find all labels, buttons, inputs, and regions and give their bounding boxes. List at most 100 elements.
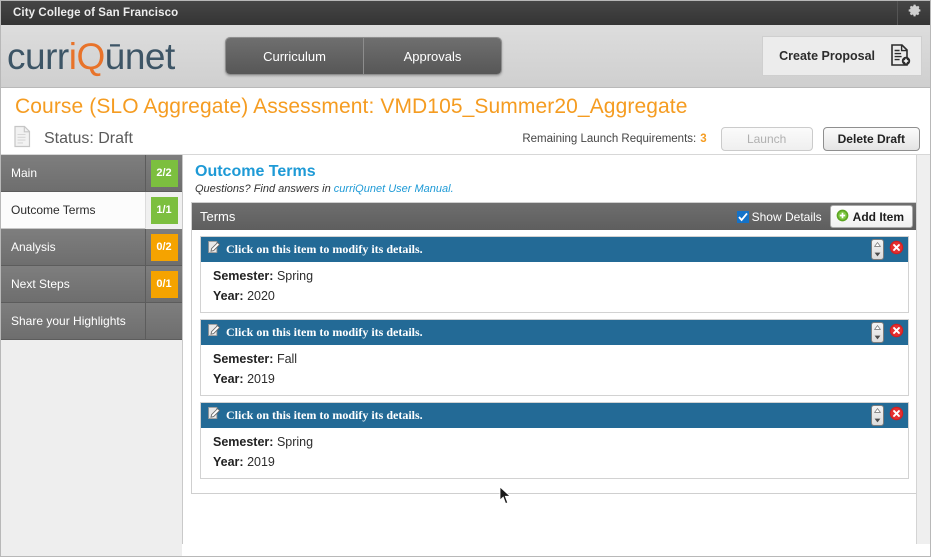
show-details-checkbox[interactable]: Show Details [736, 210, 822, 224]
field-year: Year: 2019 [213, 455, 908, 469]
page-title-row: Course (SLO Aggregate) Assessment: VMD10… [1, 88, 930, 121]
item-header-label: Click on this item to modify its details… [226, 242, 423, 256]
field-semester: Semester: Spring [213, 269, 908, 283]
institution-name: City College of San Francisco [13, 7, 179, 19]
logo-part-3: Q [76, 35, 105, 77]
field-value: Spring [276, 435, 314, 449]
item-header[interactable]: Click on this item to modify its details… [201, 320, 908, 345]
tab-curriculum[interactable]: Curriculum [226, 38, 363, 74]
body-wrapper: Main 2/2 Outcome Terms 1/1 Analysis 0/2 … [1, 154, 930, 556]
spinner-updown-icon[interactable] [871, 322, 884, 343]
terms-panel-actions: Show Details Add Item [736, 205, 913, 228]
item-header-label: Click on this item to modify its details… [226, 408, 423, 422]
spinner-updown-icon[interactable] [871, 405, 884, 426]
launch-requirements: Remaining Launch Requirements: 3 [522, 133, 706, 145]
create-proposal-label: Create Proposal [779, 49, 875, 63]
item-details: Semester: Fall Year: 2019 [201, 345, 908, 395]
plus-circle-icon [836, 209, 849, 225]
item-header[interactable]: Click on this item to modify its details… [201, 403, 908, 428]
user-manual-link[interactable]: curriQunet User Manual. [334, 183, 454, 195]
settings-button[interactable] [898, 1, 930, 25]
status-badge: 2/2 [150, 159, 178, 187]
item-details: Semester: Spring Year: 2019 [201, 428, 908, 478]
field-value: Fall [276, 352, 298, 366]
sidebar-item-analysis[interactable]: Analysis 0/2 [1, 228, 182, 266]
navigation-bar: curriQūnet Curriculum Approvals Create P… [1, 25, 930, 88]
document-icon [13, 125, 32, 153]
page-title: Course (SLO Aggregate) Assessment: VMD10… [15, 95, 688, 118]
section-title: Outcome Terms [195, 163, 316, 180]
sidebar-badge-cell: 0/2 [145, 228, 182, 266]
sidebar-item-outcome-terms[interactable]: Outcome Terms 1/1 [1, 191, 182, 229]
status-bar: Status: Draft Remaining Launch Requireme… [1, 121, 930, 155]
sidebar-badge-cell: 1/1 [145, 191, 182, 229]
terms-list: Click on this item to modify its details… [192, 230, 917, 493]
field-value: 2020 [247, 289, 275, 303]
field-year: Year: 2020 [213, 289, 908, 303]
page-gutter [916, 155, 930, 544]
list-item: Click on this item to modify its details… [200, 236, 909, 313]
item-controls [871, 405, 904, 426]
field-label: Semester: [213, 352, 274, 366]
help-text: Questions? Find answers in [195, 183, 334, 195]
delete-x-icon[interactable] [889, 323, 904, 343]
terms-panel-title: Terms [200, 209, 236, 224]
spinner-updown-icon[interactable] [871, 239, 884, 260]
sidebar-item-main[interactable]: Main 2/2 [1, 154, 182, 192]
sidebar-badge-cell [145, 302, 182, 340]
gear-icon [907, 3, 922, 23]
status-left: Status: Draft [13, 125, 133, 153]
main-content: Outcome Terms Questions? Find answers in… [183, 155, 930, 544]
field-label: Semester: [213, 435, 274, 449]
add-item-button[interactable]: Add Item [829, 205, 913, 228]
edit-pencil-icon [207, 323, 221, 342]
terms-panel: Terms Show Details Add Item Click on thi… [191, 202, 918, 494]
sidebar-filler [1, 340, 182, 556]
item-header-label: Click on this item to modify its details… [226, 325, 423, 339]
launch-button[interactable]: Launch [720, 126, 813, 151]
field-semester: Semester: Spring [213, 435, 908, 449]
field-label: Semester: [213, 269, 274, 283]
field-year: Year: 2019 [213, 372, 908, 386]
section-subtitle: Questions? Find answers in curriQunet Us… [195, 183, 918, 195]
terms-panel-header: Terms Show Details Add Item [192, 203, 917, 230]
field-label: Year: [213, 372, 244, 386]
status-badge: 1/1 [150, 196, 178, 224]
add-item-label: Add Item [852, 209, 904, 224]
field-label: Year: [213, 455, 244, 469]
item-header[interactable]: Click on this item to modify its details… [201, 237, 908, 262]
sidebar-item-label: Share your Highlights [11, 314, 126, 328]
delete-draft-button[interactable]: Delete Draft [822, 126, 920, 151]
field-value: 2019 [247, 455, 275, 469]
delete-x-icon[interactable] [889, 240, 904, 260]
content-header: Outcome Terms Questions? Find answers in… [191, 163, 918, 195]
status-badge [151, 308, 178, 335]
field-label: Year: [213, 289, 244, 303]
list-item: Click on this item to modify its details… [200, 319, 909, 396]
launch-requirements-count: 3 [700, 132, 707, 145]
sidebar-badge-cell: 0/1 [145, 265, 182, 303]
launch-requirements-label: Remaining Launch Requirements: [522, 132, 697, 145]
sidebar-item-label: Analysis [11, 240, 56, 254]
sidebar-item-share-your-highlights[interactable]: Share your Highlights [1, 302, 182, 340]
sidebar-item-label: Next Steps [11, 277, 70, 291]
app-logo: curriQūnet [7, 38, 175, 75]
logo-part-4: ū [104, 35, 126, 77]
application-window: City College of San Francisco curriQūnet… [0, 0, 931, 557]
list-item: Click on this item to modify its details… [200, 402, 909, 479]
checkbox-checked-icon [736, 210, 749, 223]
sidebar: Main 2/2 Outcome Terms 1/1 Analysis 0/2 … [1, 154, 183, 556]
status-right: Remaining Launch Requirements: 3 Launch D… [522, 126, 920, 151]
edit-pencil-icon [207, 406, 221, 425]
edit-pencil-icon [207, 240, 221, 259]
field-value: 2019 [247, 372, 275, 386]
sidebar-item-label: Main [11, 166, 38, 180]
delete-x-icon[interactable] [889, 406, 904, 426]
tab-approvals[interactable]: Approvals [363, 38, 501, 74]
logo-part-5: net [124, 35, 175, 77]
status-badge: 0/1 [150, 270, 178, 298]
sidebar-item-next-steps[interactable]: Next Steps 0/1 [1, 265, 182, 303]
create-proposal-button[interactable]: Create Proposal [762, 36, 922, 76]
sidebar-badge-cell: 2/2 [145, 154, 182, 192]
sidebar-item-label: Outcome Terms [11, 203, 96, 217]
